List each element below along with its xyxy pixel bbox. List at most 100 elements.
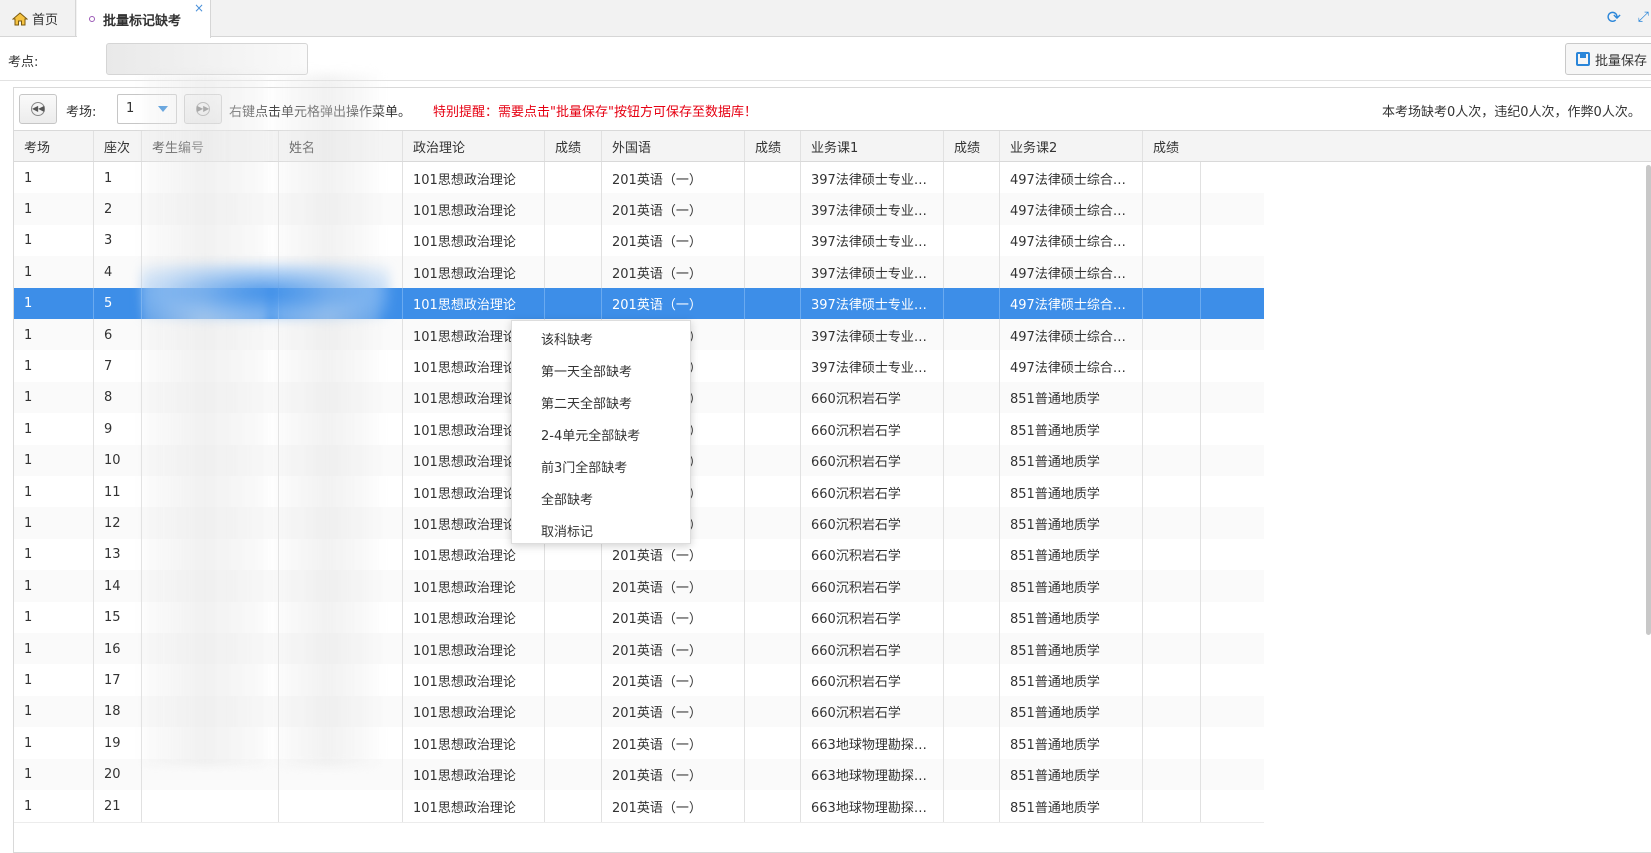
cell-col-kaochang[interactable]: 1 [14, 633, 94, 665]
cell-col-politics[interactable]: 101思想政治理论 [403, 570, 545, 603]
cell-col-score-3[interactable] [944, 193, 1000, 226]
cell-col-kaochang[interactable]: 1 [14, 381, 94, 414]
cell-col-score-3[interactable] [944, 790, 1000, 822]
cell-col-subject-2[interactable]: 851普通地质学 [1000, 538, 1143, 571]
cell-col-language[interactable]: 201英语（一） [602, 570, 745, 603]
cell-col-score-4[interactable] [1143, 319, 1201, 351]
cell-col-zuoci[interactable]: 12 [94, 507, 142, 540]
cell-col-zuoci[interactable]: 9 [94, 413, 142, 446]
cell-col-score-3[interactable] [944, 664, 1000, 697]
cell-col-zuoci[interactable]: 4 [94, 256, 142, 289]
context-menu-item[interactable]: 前3门全部缺考 [512, 453, 690, 485]
context-menu-item[interactable]: 该科缺考 [512, 325, 690, 357]
context-menu-item[interactable]: 取消标记 [512, 517, 690, 549]
header-col-politics[interactable]: 政治理论 [403, 131, 545, 161]
cell-col-score-2[interactable] [745, 162, 801, 194]
cell-col-zuoci[interactable]: 3 [94, 224, 142, 257]
cell-col-zuoci[interactable]: 5 [94, 287, 142, 320]
cell-col-zuoci[interactable]: 15 [94, 601, 142, 634]
cell-col-subject-1[interactable]: 660沉积岩石学 [801, 381, 944, 414]
cell-col-zuoci[interactable]: 20 [94, 758, 142, 791]
cell-col-kaochang[interactable]: 1 [14, 695, 94, 728]
prev-page-button[interactable]: ◀◀ [19, 94, 57, 124]
cell-col-score-2[interactable] [745, 319, 801, 351]
cell-col-score-4[interactable] [1143, 601, 1201, 634]
header-col-score-2[interactable]: 成绩 [745, 131, 801, 161]
cell-col-exam-id[interactable] [142, 790, 279, 822]
cell-col-subject-1[interactable]: 663地球物理勘探… [801, 758, 944, 791]
cell-col-name[interactable] [279, 790, 403, 822]
cell-col-subject-1[interactable]: 660沉积岩石学 [801, 507, 944, 540]
cell-col-politics[interactable]: 101思想政治理论 [403, 256, 545, 289]
cell-col-subject-2[interactable]: 851普通地质学 [1000, 695, 1143, 728]
header-col-subject-2[interactable]: 业务课2 [1000, 131, 1143, 161]
cell-col-subject-2[interactable]: 851普通地质学 [1000, 758, 1143, 791]
cell-col-zuoci[interactable]: 10 [94, 444, 142, 477]
cell-col-score-2[interactable] [745, 256, 801, 289]
header-col-language[interactable]: 外国语 [602, 131, 745, 161]
cell-col-score-4[interactable] [1143, 224, 1201, 257]
context-menu-item[interactable]: 第一天全部缺考 [512, 357, 690, 389]
cell-col-subject-1[interactable]: 397法律硕士专业… [801, 287, 944, 320]
cell-col-score-2[interactable] [745, 570, 801, 603]
cell-col-score-4[interactable] [1143, 413, 1201, 446]
cell-col-score-1[interactable] [545, 633, 602, 665]
cell-col-score-2[interactable] [745, 507, 801, 540]
cell-col-kaochang[interactable]: 1 [14, 256, 94, 289]
cell-col-score-3[interactable] [944, 287, 1000, 320]
cell-col-score-4[interactable] [1143, 476, 1201, 508]
cell-col-score-2[interactable] [745, 727, 801, 760]
cell-col-subject-2[interactable]: 851普通地质学 [1000, 790, 1143, 822]
cell-col-subject-2[interactable]: 497法律硕士综合… [1000, 256, 1143, 289]
cell-col-politics[interactable]: 101思想政治理论 [403, 664, 545, 697]
cell-col-score-1[interactable] [545, 695, 602, 728]
cell-col-zuoci[interactable]: 1 [94, 162, 142, 194]
cell-col-zuoci[interactable]: 16 [94, 633, 142, 665]
cell-col-score-3[interactable] [944, 476, 1000, 508]
cell-col-score-4[interactable] [1143, 162, 1201, 194]
header-col-subject-1[interactable]: 业务课1 [801, 131, 944, 161]
cell-col-score-4[interactable] [1143, 507, 1201, 540]
cell-col-subject-1[interactable]: 660沉积岩石学 [801, 601, 944, 634]
cell-col-score-1[interactable] [545, 224, 602, 257]
cell-col-language[interactable]: 201英语（一） [602, 695, 745, 728]
cell-col-subject-1[interactable]: 660沉积岩石学 [801, 476, 944, 508]
cell-col-score-3[interactable] [944, 570, 1000, 603]
cell-col-politics[interactable]: 101思想政治理论 [403, 287, 545, 320]
cell-col-score-4[interactable] [1143, 570, 1201, 603]
cell-col-zuoci[interactable]: 19 [94, 727, 142, 760]
cell-col-zuoci[interactable]: 7 [94, 350, 142, 383]
cell-col-subject-1[interactable]: 660沉积岩石学 [801, 538, 944, 571]
header-col-zuoci[interactable]: 座次 [94, 131, 142, 161]
cell-col-subject-2[interactable]: 851普通地质学 [1000, 633, 1143, 665]
cell-col-language[interactable]: 201英语（一） [602, 287, 745, 320]
context-menu-item[interactable]: 2-4单元全部缺考 [512, 421, 690, 453]
cell-col-language[interactable]: 201英语（一） [602, 790, 745, 822]
cell-col-score-2[interactable] [745, 538, 801, 571]
cell-col-kaochang[interactable]: 1 [14, 193, 94, 226]
cell-col-zuoci[interactable]: 14 [94, 570, 142, 603]
cell-col-kaochang[interactable]: 1 [14, 601, 94, 634]
cell-col-score-1[interactable] [545, 790, 602, 822]
cell-col-politics[interactable]: 101思想政治理论 [403, 601, 545, 634]
tab-home[interactable]: 首页 [0, 0, 76, 37]
cell-col-score-2[interactable] [745, 381, 801, 414]
cell-col-score-3[interactable] [944, 727, 1000, 760]
cell-col-score-3[interactable] [944, 319, 1000, 351]
cell-col-kaochang[interactable]: 1 [14, 758, 94, 791]
header-col-kaochang[interactable]: 考场 [14, 131, 94, 161]
cell-col-score-4[interactable] [1143, 287, 1201, 320]
batch-save-button[interactable]: 批量保存 [1565, 43, 1651, 75]
cell-col-kaochang[interactable]: 1 [14, 664, 94, 697]
cell-col-language[interactable]: 201英语（一） [602, 664, 745, 697]
cell-col-score-2[interactable] [745, 350, 801, 383]
cell-col-subject-1[interactable]: 660沉积岩石学 [801, 695, 944, 728]
cell-col-score-4[interactable] [1143, 256, 1201, 289]
header-col-score-4[interactable]: 成绩 [1143, 131, 1651, 161]
cell-col-score-4[interactable] [1143, 350, 1201, 383]
cell-col-language[interactable]: 201英语（一） [602, 601, 745, 634]
cell-col-politics[interactable]: 101思想政治理论 [403, 758, 545, 791]
cell-col-score-2[interactable] [745, 444, 801, 477]
cell-col-language[interactable]: 201英语（一） [602, 162, 745, 194]
cell-col-subject-2[interactable]: 851普通地质学 [1000, 664, 1143, 697]
